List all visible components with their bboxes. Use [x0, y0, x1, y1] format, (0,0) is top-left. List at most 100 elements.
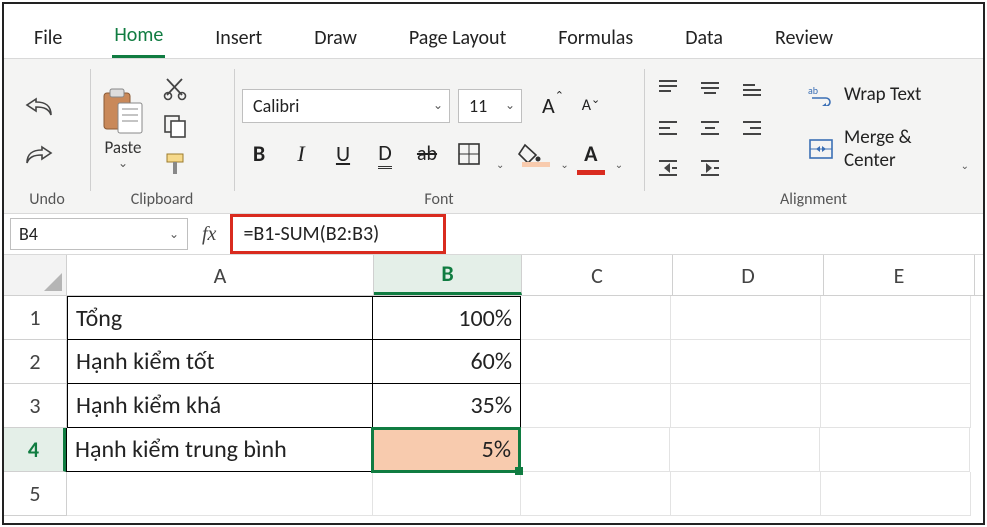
chevron-down-icon[interactable]: ⌄: [169, 227, 179, 242]
cell-E2[interactable]: [821, 340, 971, 384]
font-color-button[interactable]: A: [577, 137, 605, 171]
increase-font-size-button[interactable]: A⌃: [536, 89, 570, 123]
chevron-down-icon: ⌄: [499, 98, 515, 113]
fill-color-dropdown[interactable]: ⌄: [560, 158, 568, 171]
chevron-down-icon: ⌄: [427, 98, 443, 113]
group-label-font: Font: [242, 190, 636, 211]
cell-A2[interactable]: Hạnh kiểm tốt: [67, 340, 373, 384]
tab-file[interactable]: File: [32, 22, 64, 58]
tab-draw[interactable]: Draw: [312, 22, 359, 58]
column-header-C[interactable]: C: [522, 255, 673, 295]
row-header-3[interactable]: 3: [4, 384, 67, 428]
font-size-combo[interactable]: 11 ⌄: [458, 89, 522, 123]
font-name-value: Calibri: [253, 95, 299, 117]
tab-page-layout[interactable]: Page Layout: [407, 22, 508, 58]
fx-label[interactable]: fx: [188, 223, 230, 246]
cell-E4[interactable]: [820, 428, 970, 472]
cell-B3[interactable]: 35%: [373, 384, 521, 428]
borders-dropdown[interactable]: ⌄: [496, 158, 504, 171]
fill-color-swatch: [522, 162, 550, 167]
row-header-4[interactable]: 4: [4, 428, 66, 472]
cell-C3[interactable]: [521, 384, 671, 428]
double-underline-button[interactable]: D: [368, 137, 402, 171]
cell-B2[interactable]: 60%: [373, 340, 521, 384]
align-right-button[interactable]: [736, 112, 768, 144]
formula-bar: B4 ⌄ fx =B1-SUM(B2:B3): [4, 214, 983, 255]
column-header-A[interactable]: A: [67, 255, 374, 295]
align-left-button[interactable]: [652, 112, 684, 144]
formula-input-value: =B1-SUM(B2:B3): [243, 222, 379, 246]
cut-button[interactable]: [162, 75, 192, 105]
cell-B4[interactable]: 5%: [372, 428, 520, 472]
cell-B1[interactable]: 100%: [373, 296, 521, 340]
merge-center-button[interactable]: Merge & Center ⌄: [802, 122, 975, 176]
increase-indent-button[interactable]: [694, 152, 726, 184]
bold-button[interactable]: B: [242, 137, 276, 171]
align-top-button[interactable]: [652, 72, 684, 104]
cell-C5[interactable]: [521, 472, 671, 516]
select-all-corner[interactable]: [4, 255, 67, 295]
redo-button[interactable]: [22, 138, 56, 172]
column-header-D[interactable]: D: [673, 255, 824, 295]
copy-button[interactable]: [162, 113, 192, 143]
font-name-combo[interactable]: Calibri ⌄: [242, 89, 450, 123]
align-bottom-button[interactable]: [736, 72, 768, 104]
group-undo: Undo: [4, 59, 90, 213]
italic-button[interactable]: I: [284, 137, 318, 171]
cell-C1[interactable]: [521, 296, 671, 340]
paste-icon: [98, 85, 148, 137]
paste-dropdown-caret[interactable]: ⌄: [98, 156, 148, 171]
cell-A3[interactable]: Hạnh kiểm khá: [67, 384, 373, 428]
undo-button[interactable]: [22, 90, 56, 124]
orientation-button[interactable]: [736, 152, 768, 184]
cell-D5[interactable]: [671, 472, 821, 516]
tab-insert[interactable]: Insert: [213, 22, 264, 58]
name-box[interactable]: B4 ⌄: [10, 218, 188, 250]
format-painter-button[interactable]: [162, 151, 192, 181]
cell-C2[interactable]: [521, 340, 671, 384]
ribbon-tabs: File Home Insert Draw Page Layout Formul…: [4, 4, 983, 58]
cell-D2[interactable]: [671, 340, 821, 384]
tab-data[interactable]: Data: [683, 22, 725, 58]
name-box-value: B4: [19, 223, 38, 245]
paste-button[interactable]: Paste ⌄: [98, 85, 148, 171]
decrease-indent-button[interactable]: [652, 152, 684, 184]
column-header-B[interactable]: B: [374, 255, 522, 295]
cell-A1[interactable]: Tổng: [67, 296, 373, 340]
font-size-value: 11: [469, 95, 487, 117]
row-header-1[interactable]: 1: [4, 296, 67, 340]
cell-A5[interactable]: [67, 472, 373, 516]
paste-label: Paste: [98, 137, 148, 158]
ribbon: Undo Paste: [4, 58, 983, 214]
cell-A4[interactable]: Hạnh kiểm trung bình: [66, 428, 372, 472]
align-middle-button[interactable]: [694, 72, 726, 104]
tab-home[interactable]: Home: [112, 19, 165, 58]
cell-E3[interactable]: [821, 384, 971, 428]
borders-button[interactable]: [452, 137, 486, 171]
wrap-text-label: Wrap Text: [844, 83, 921, 106]
group-label-clipboard: Clipboard: [98, 190, 226, 211]
wrap-text-button[interactable]: ab Wrap Text: [802, 79, 975, 110]
group-font: Calibri ⌄ 11 ⌄ A⌃ A⌄ B: [234, 59, 644, 213]
merge-center-label: Merge & Center: [844, 126, 947, 172]
column-header-E[interactable]: E: [824, 255, 975, 295]
strikethrough-button[interactable]: ab: [410, 137, 444, 171]
cell-C4[interactable]: [520, 428, 670, 472]
cell-D4[interactable]: [670, 428, 820, 472]
align-center-button[interactable]: [694, 112, 726, 144]
cell-D3[interactable]: [671, 384, 821, 428]
row-header-5[interactable]: 5: [4, 472, 67, 516]
cell-E1[interactable]: [821, 296, 971, 340]
wrap-text-icon: ab: [808, 84, 834, 106]
underline-button[interactable]: U: [326, 137, 360, 171]
tab-formulas[interactable]: Formulas: [556, 22, 635, 58]
merge-center-dropdown[interactable]: ⌄: [961, 159, 969, 172]
row-header-2[interactable]: 2: [4, 340, 67, 384]
cell-D1[interactable]: [671, 296, 821, 340]
decrease-font-size-button[interactable]: A⌄: [574, 89, 608, 123]
tab-review[interactable]: Review: [773, 22, 835, 58]
font-color-dropdown[interactable]: ⌄: [615, 158, 623, 171]
cell-B5[interactable]: [373, 472, 521, 516]
cell-E5[interactable]: [821, 472, 971, 516]
formula-input[interactable]: =B1-SUM(B2:B3): [230, 214, 446, 254]
